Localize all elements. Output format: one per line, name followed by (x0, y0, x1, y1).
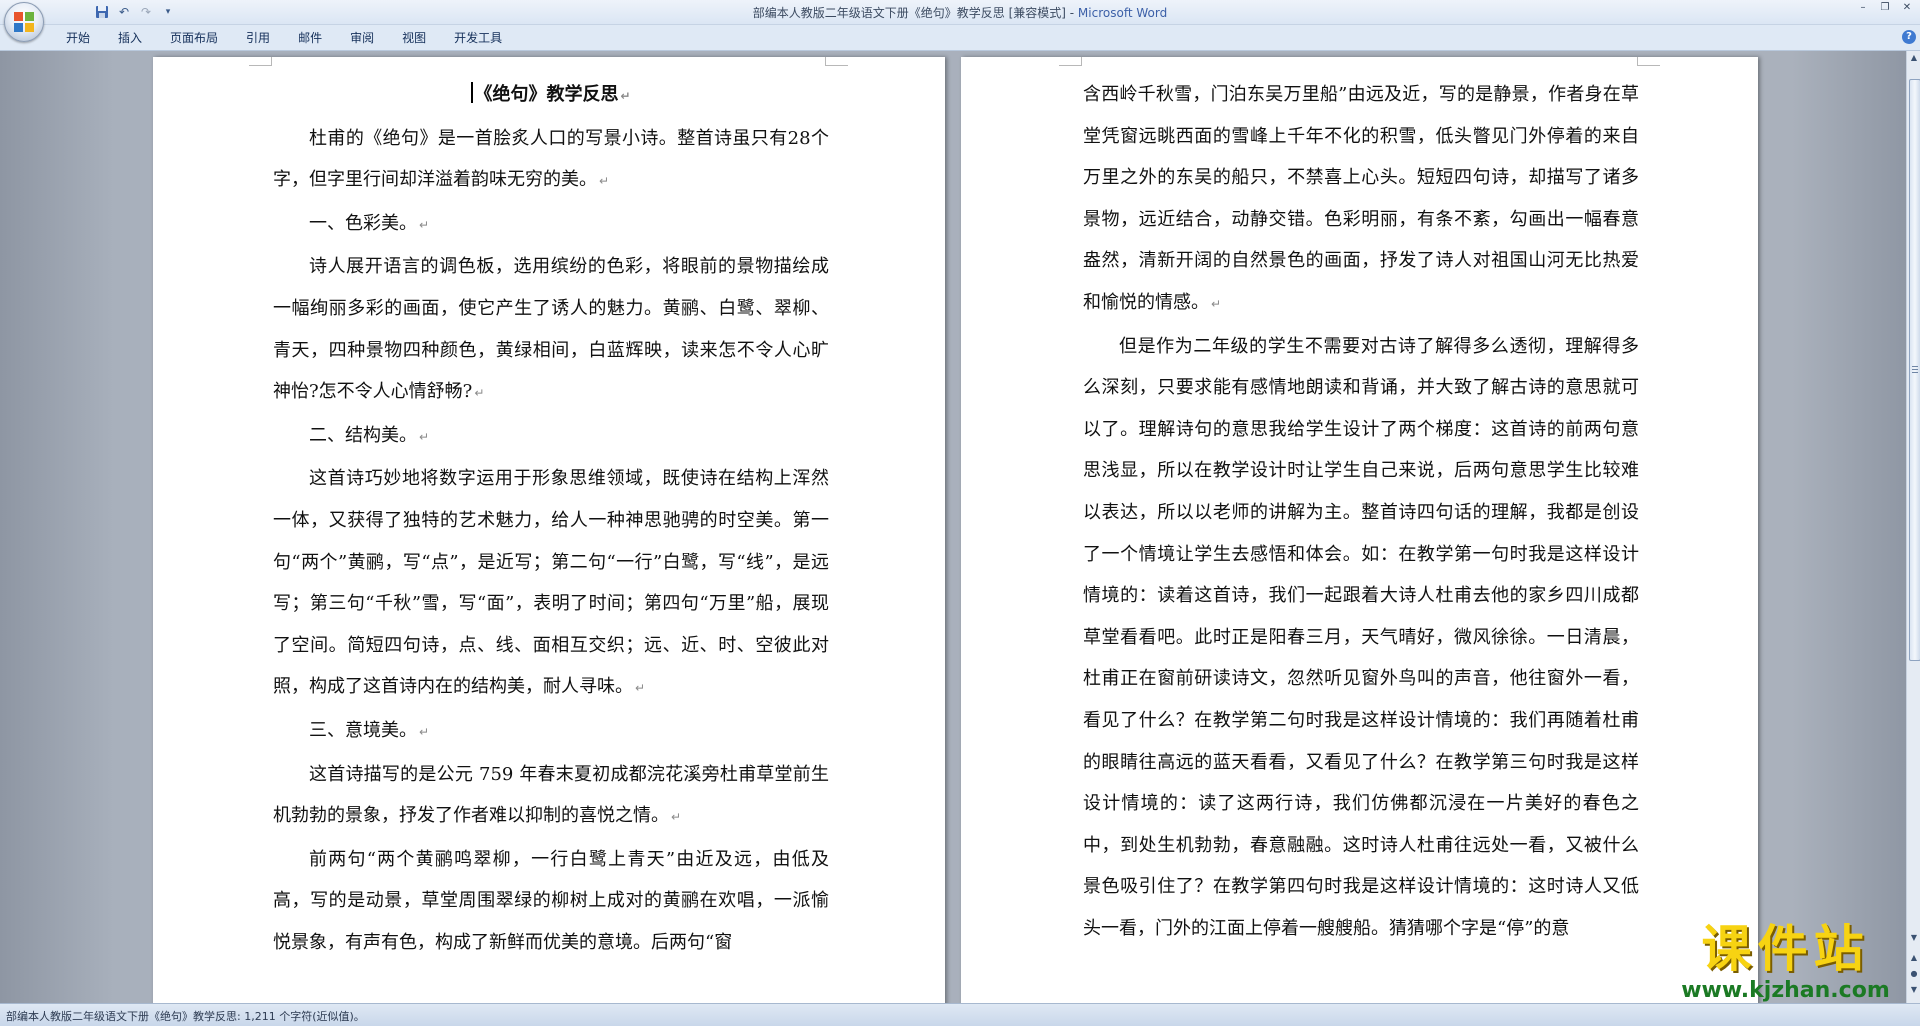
paragraph-text: 含西岭千秋雪，门泊东吴万里船”由远及近，写的是静景，作者身在草堂凭窗远眺西面的雪… (1083, 84, 1639, 313)
watermark-url: www.kjzhan.com (1681, 978, 1890, 1003)
body-paragraph: 但是作为二年级的学生不需要对古诗了解得多么透彻，理解得多么深刻，只要求能有感情地… (1083, 326, 1639, 950)
body-paragraph: 诗人展开语言的调色板，选用缤纷的色彩，将眼前的景物描绘成一幅绚丽多彩的画面，使它… (273, 246, 829, 414)
document-page-1[interactable]: 《绝句》教学反思 ↵ 杜甫的《绝句》是一首脍炙人口的写景小诗。整首诗虽只有28个字… (153, 57, 945, 1003)
body-paragraph: 三、意境美。 ↵ (273, 710, 829, 754)
crop-mark (1059, 57, 1082, 66)
paragraph-text: 二、结构美。 (309, 424, 417, 446)
paragraph-mark: ↵ (419, 724, 430, 739)
tab-home[interactable]: 开始 (52, 30, 104, 46)
paragraph-mark: ↵ (671, 810, 682, 825)
ribbon-tab-bar: 开始 插入 页面布局 引用 邮件 审阅 视图 开发工具 ? (0, 25, 1920, 51)
crop-mark (825, 57, 848, 66)
paragraph-text: 三、意境美。 (309, 719, 417, 741)
office-button[interactable] (4, 2, 44, 42)
body-paragraph: 这首诗巧妙地将数字运用于形象思维领域，既使诗在结构上浑然一体，又获得了独特的艺术… (273, 458, 829, 710)
paragraph-mark: ↵ (474, 386, 485, 401)
page-2-text: 含西岭千秋雪，门泊东吴万里船”由远及近，写的是静景，作者身在草堂凭窗远眺西面的雪… (1083, 74, 1639, 949)
paragraph-text: 一、色彩美。 (309, 212, 417, 234)
watermark-logo: 课件站 www.kjzhan.com (1668, 920, 1903, 1003)
scrollbar-thumb[interactable] (1909, 79, 1920, 661)
body-paragraph: 二、结构美。 ↵ (273, 415, 829, 459)
tab-mailings[interactable]: 邮件 (284, 30, 336, 46)
status-bar: 部编本人教版二年级语文下册《绝句》教学反思: 1,211 个字符(近似值)。 (0, 1003, 1920, 1026)
document-title-text: 《绝句》教学反思 (474, 84, 619, 105)
paragraph-text: 杜甫的《绝句》是一首脍炙人口的写景小诗。整首诗虽只有28个字，但字里行间却洋溢着… (273, 127, 829, 191)
window-title-document: 部编本人教版二年级语文下册《绝句》教学反思 [兼容模式] - (752, 6, 1078, 20)
body-paragraph: 含西岭千秋雪，门泊东吴万里船”由远及近，写的是静景，作者身在草堂凭窗远眺西面的雪… (1083, 74, 1639, 326)
window-controls: – ❐ ✕ (1852, 0, 1918, 14)
paragraph-mark: ↵ (599, 174, 610, 189)
tab-developer[interactable]: 开发工具 (440, 30, 516, 46)
close-button[interactable]: ✕ (1896, 0, 1918, 14)
paragraph-text: 但是作为二年级的学生不需要对古诗了解得多么透彻，理解得多么深刻，只要求能有感情地… (1083, 335, 1639, 939)
window-title-app: Microsoft Word (1077, 6, 1168, 20)
body-paragraph: 前两句“两个黄鹂鸣翠柳，一行白鹭上青天”由近及远，由低及高，写的是动景，草堂周围… (273, 839, 829, 964)
office-logo-icon (14, 12, 34, 32)
paragraph-text: 这首诗巧妙地将数字运用于形象思维领域，既使诗在结构上浑然一体，又获得了独特的艺术… (273, 468, 829, 698)
body-paragraph: 这首诗描写的是公元 759 年春末夏初成都浣花溪旁杜甫草堂前生机勃勃的景象，抒发… (273, 754, 829, 839)
body-paragraph: 一、色彩美。 ↵ (273, 203, 829, 247)
next-page-icon[interactable]: ▼ (1908, 983, 1920, 997)
document-page-2[interactable]: 含西岭千秋雪，门泊东吴万里船”由远及近，写的是静景，作者身在草堂凭窗远眺西面的雪… (961, 57, 1758, 1003)
restore-button[interactable]: ❐ (1874, 0, 1896, 14)
vertical-scrollbar[interactable]: ▲ ▼ ▲ ● ▼ (1906, 51, 1920, 1003)
paragraph-mark: ↵ (635, 681, 646, 696)
paragraph-mark: ↵ (419, 429, 430, 444)
status-text: 部编本人教版二年级语文下册《绝句》教学反思: 1,211 个字符(近似值)。 (6, 1010, 365, 1023)
paragraph-mark: ↵ (620, 89, 631, 103)
tab-view[interactable]: 视图 (388, 30, 440, 46)
paragraph-mark: ↵ (1211, 296, 1222, 311)
title-bar: ↶ ↷ ▾ 部编本人教版二年级语文下册《绝句》教学反思 [兼容模式] - Mic… (0, 0, 1920, 25)
scroll-up-icon[interactable]: ▲ (1908, 51, 1920, 65)
previous-page-icon[interactable]: ▲ (1908, 951, 1920, 965)
window-title: 部编本人教版二年级语文下册《绝句》教学反思 [兼容模式] - Microsoft… (0, 4, 1920, 21)
document-workspace: 《绝句》教学反思 ↵ 杜甫的《绝句》是一首脍炙人口的写景小诗。整首诗虽只有28个字… (0, 51, 1906, 1003)
document-title: 《绝句》教学反思 ↵ (273, 74, 829, 118)
select-browse-object-icon[interactable]: ● (1908, 967, 1920, 981)
tab-references[interactable]: 引用 (232, 30, 284, 46)
body-paragraph: 杜甫的《绝句》是一首脍炙人口的写景小诗。整首诗虽只有28个字，但字里行间却洋溢着… (273, 118, 829, 203)
watermark-text: 课件站 (1701, 920, 1870, 978)
crop-mark (1637, 57, 1660, 66)
tab-page-layout[interactable]: 页面布局 (156, 30, 232, 46)
page-1-text: 《绝句》教学反思 ↵ 杜甫的《绝句》是一首脍炙人口的写景小诗。整首诗虽只有28个字… (273, 74, 829, 963)
paragraph-mark: ↵ (419, 217, 430, 232)
tab-review[interactable]: 审阅 (336, 30, 388, 46)
paragraph-text: 前两句“两个黄鹂鸣翠柳，一行白鹭上青天”由近及远，由低及高，写的是动景，草堂周围… (273, 848, 829, 953)
minimize-button[interactable]: – (1852, 0, 1874, 14)
paragraph-text: 诗人展开语言的调色板，选用缤纷的色彩，将眼前的景物描绘成一幅绚丽多彩的画面，使它… (273, 256, 829, 403)
scroll-down-icon[interactable]: ▼ (1908, 931, 1920, 945)
paragraph-text: 这首诗描写的是公元 759 年春末夏初成都浣花溪旁杜甫草堂前生机勃勃的景象，抒发… (273, 763, 829, 827)
tab-insert[interactable]: 插入 (104, 30, 156, 46)
help-icon[interactable]: ? (1902, 30, 1916, 44)
scrollbar-grip-icon (1912, 366, 1918, 374)
crop-mark (249, 57, 272, 66)
